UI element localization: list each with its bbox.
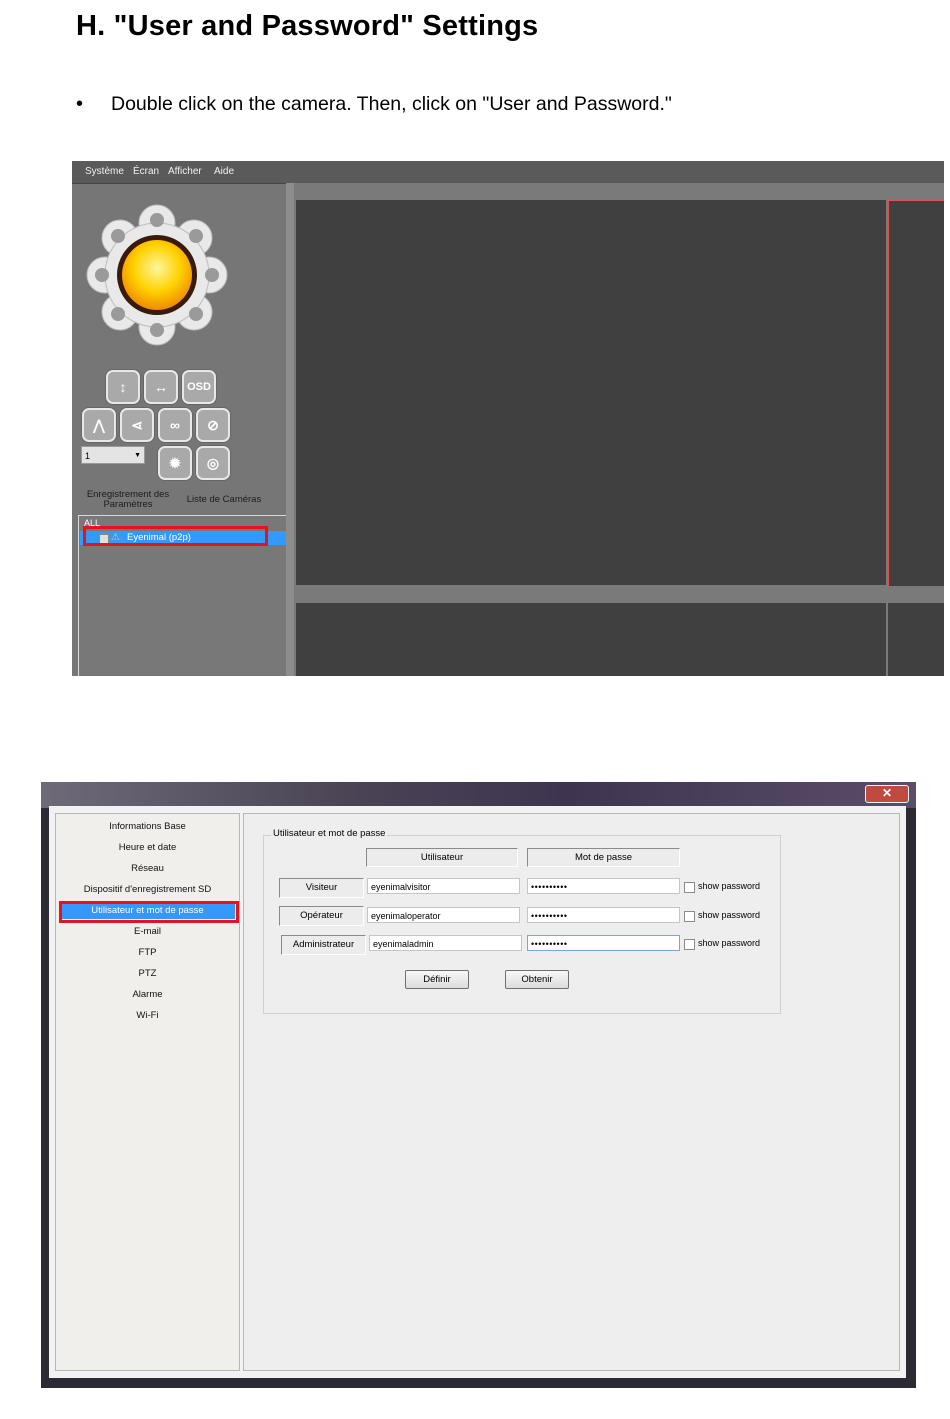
camera-viewer-screenshot: Système Écran Afficher Aide ↕ ↔ OSD ⋀ ⋖ …	[72, 161, 944, 676]
vertical-flip-icon[interactable]: ↕	[106, 370, 140, 404]
video-pane-2[interactable]	[888, 200, 944, 586]
visitor-show-password-label: show password	[698, 881, 761, 891]
nav-item-wifi[interactable]: Wi-Fi	[56, 1009, 239, 1023]
obtain-button[interactable]: Obtenir	[505, 970, 569, 989]
video-pane-3[interactable]	[296, 603, 886, 676]
horizontal-flip-icon[interactable]: ↔	[144, 370, 178, 404]
nav-item-heure-et-date[interactable]: Heure et date	[56, 841, 239, 855]
operator-show-password-checkbox[interactable]	[684, 911, 695, 922]
admin-password-field[interactable]: ••••••••••	[527, 935, 680, 951]
admin-show-password-label: show password	[698, 938, 761, 948]
settings-nav: Informations Base Heure et date Réseau D…	[55, 813, 240, 1371]
video-pane-1[interactable]	[296, 200, 886, 585]
camera-tree: ALL ⚠ Eyenimal (p2p)	[78, 515, 287, 676]
highlight-box	[59, 901, 239, 923]
chevron-down-icon: ▼	[134, 452, 141, 459]
nav-item-email[interactable]: E-mail	[56, 925, 239, 939]
nav-item-ftp[interactable]: FTP	[56, 946, 239, 960]
highlight-box	[83, 526, 268, 546]
osd-button[interactable]: OSD	[182, 370, 216, 404]
operator-password-field[interactable]: ••••••••••	[527, 907, 680, 923]
page-heading: H. "User and Password" Settings	[76, 10, 539, 42]
tab-camera-list[interactable]: Liste de Caméras	[180, 495, 268, 505]
nav-item-sd-recording[interactable]: Dispositif d'enregistrement SD	[56, 883, 239, 897]
bullet-marker: •	[76, 93, 84, 115]
admin-show-password-checkbox[interactable]	[684, 939, 695, 950]
panel-divider[interactable]	[286, 183, 294, 676]
define-button[interactable]: Définir	[405, 970, 469, 989]
user-password-group: Utilisateur et mot de passe Utilisateur …	[263, 828, 781, 1014]
infinite-patrol-icon[interactable]: ∞	[158, 408, 192, 442]
visitor-password-field[interactable]: ••••••••••	[527, 878, 680, 894]
column-header-password: Mot de passe	[527, 848, 680, 867]
group-title: Utilisateur et mot de passe	[271, 828, 388, 839]
call-preset-target-icon[interactable]: ◎	[196, 446, 230, 480]
role-operateur: Opérateur	[279, 906, 364, 926]
visitor-username-field[interactable]: eyenimalvisitor	[367, 878, 520, 894]
nav-item-reseau[interactable]: Réseau	[56, 862, 239, 876]
menu-bar: Système Écran Afficher Aide	[72, 161, 944, 184]
video-pane-4[interactable]	[888, 603, 944, 676]
video-area	[294, 183, 944, 676]
menu-systeme[interactable]: Système	[85, 166, 124, 177]
role-visiteur: Visiteur	[279, 878, 364, 898]
patrol-vertical-icon[interactable]: ⋀	[82, 408, 116, 442]
close-button[interactable]: ✕	[865, 785, 909, 803]
patrol-horizontal-icon[interactable]: ⋖	[120, 408, 154, 442]
tab-recording-line2: Paramètres	[103, 499, 153, 510]
set-preset-gear-icon[interactable]: ✹	[158, 446, 192, 480]
window-titlebar	[41, 782, 916, 808]
nav-item-ptz[interactable]: PTZ	[56, 967, 239, 981]
operator-show-password-label: show password	[698, 910, 761, 920]
preset-value: 1	[85, 451, 91, 461]
settings-dialog-screenshot: ✕ Informations Base Heure et date Réseau…	[41, 782, 916, 1388]
tab-recording-settings[interactable]: Enregistrement des Paramètres	[84, 490, 172, 510]
column-header-user: Utilisateur	[366, 848, 518, 867]
menu-ecran[interactable]: Écran	[133, 166, 159, 177]
settings-dialog: Informations Base Heure et date Réseau D…	[49, 806, 906, 1378]
ptz-direction-pad[interactable]	[82, 199, 232, 351]
nav-item-alarme[interactable]: Alarme	[56, 988, 239, 1002]
menu-afficher[interactable]: Afficher	[168, 166, 202, 177]
role-administrateur: Administrateur	[281, 935, 366, 955]
visitor-show-password-checkbox[interactable]	[684, 882, 695, 893]
preset-select[interactable]: 1 ▼	[81, 446, 145, 464]
operator-username-field[interactable]: eyenimaloperator	[367, 907, 520, 923]
settings-content: Utilisateur et mot de passe Utilisateur …	[243, 813, 900, 1371]
stop-patrol-icon[interactable]: ⊘	[196, 408, 230, 442]
instruction-text: Double click on the camera. Then, click …	[111, 93, 672, 115]
close-icon: ✕	[881, 786, 893, 800]
menu-aide[interactable]: Aide	[214, 166, 234, 177]
nav-item-informations-base[interactable]: Informations Base	[56, 820, 239, 834]
admin-username-field[interactable]: eyenimaladmin	[369, 935, 522, 951]
